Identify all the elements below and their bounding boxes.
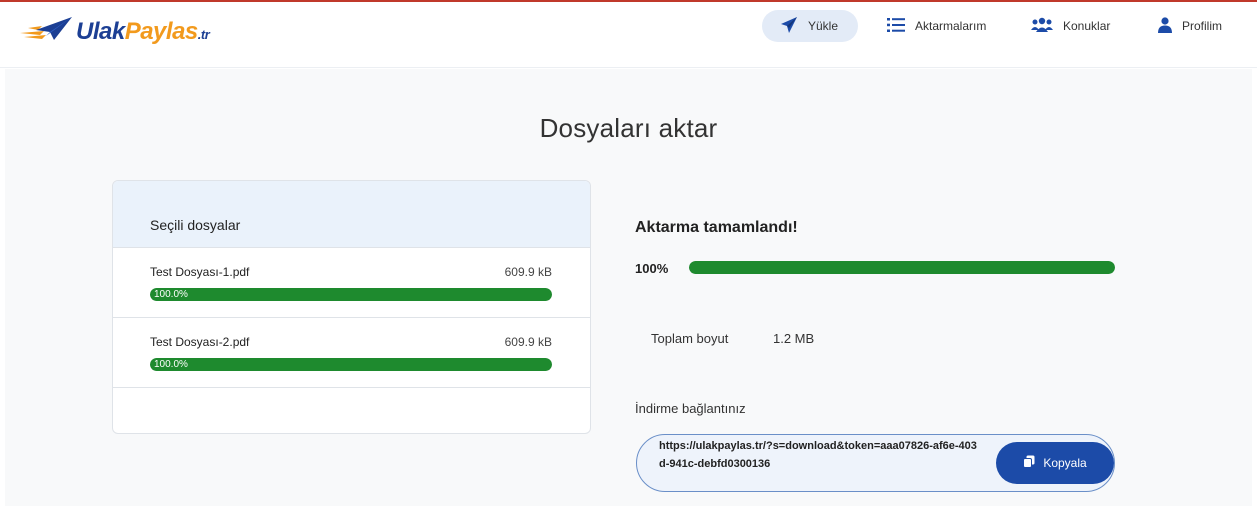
users-icon [1031,17,1063,36]
page-title: Dosyaları aktar [539,113,718,143]
nav-profile[interactable]: Profilim [1158,10,1222,42]
nav-upload-label: Yükle [808,19,839,33]
file-name: Test Dosyası-1.pdf [150,265,250,279]
total-size-label: Toplam boyut [651,331,729,346]
transfer-status-title: Aktarma tamamlandı! [635,219,798,236]
file-row: Test Dosyası-1.pdf 609.9 kB 100.0% [113,248,590,318]
copy-icon [1023,455,1043,471]
total-size-value: 1.2 MB [773,331,815,346]
user-icon [1158,16,1182,36]
copy-button-label: Kopyala [1043,456,1087,470]
nav-guests-label: Konuklar [1063,19,1111,33]
file-progress-fill: 100.0% [150,358,552,371]
file-progress-bar: 100.0% [150,358,552,371]
logo-text: UlakPaylas.tr [76,17,210,45]
paper-plane-icon [780,16,808,37]
selected-files-header: Seçili dosyalar [113,181,590,248]
file-progress-bar: 100.0% [150,288,552,301]
file-size: 609.9 kB [504,335,552,349]
nav-upload[interactable]: Yükle [762,10,858,42]
main-content: Dosyaları aktar Seçili dosyalar Test Dos… [5,69,1252,506]
download-link-text[interactable]: https://ulakpaylas.tr/?s=download&token=… [659,437,979,473]
list-icon [887,17,915,36]
file-row: Test Dosyası-2.pdf 609.9 kB 100.0% [113,318,590,388]
paper-plane-logo-icon [20,16,72,47]
file-size: 609.9 kB [504,265,552,279]
file-progress-fill: 100.0% [150,288,552,301]
transfer-progress-bar [689,261,1115,274]
transfer-percent: 100% [635,261,669,276]
transfer-progress-fill [689,261,1115,274]
nav-guests[interactable]: Konuklar [1031,10,1110,42]
download-link-label: İndirme bağlantınız [635,401,746,416]
copy-button[interactable]: Kopyala [996,442,1114,484]
selected-files-card: Seçili dosyalar Test Dosyası-1.pdf 609.9… [112,180,591,434]
nav-profile-label: Profilim [1182,19,1223,33]
download-link-box: https://ulakpaylas.tr/?s=download&token=… [636,434,1115,492]
nav-transfers[interactable]: Aktarmalarım [887,10,986,42]
logo[interactable]: UlakPaylas.tr [20,16,210,47]
nav-transfers-label: Aktarmalarım [915,19,987,33]
header: UlakPaylas.tr Yükle Aktarmalarım Konukla… [0,2,1257,68]
file-name: Test Dosyası-2.pdf [150,335,250,349]
